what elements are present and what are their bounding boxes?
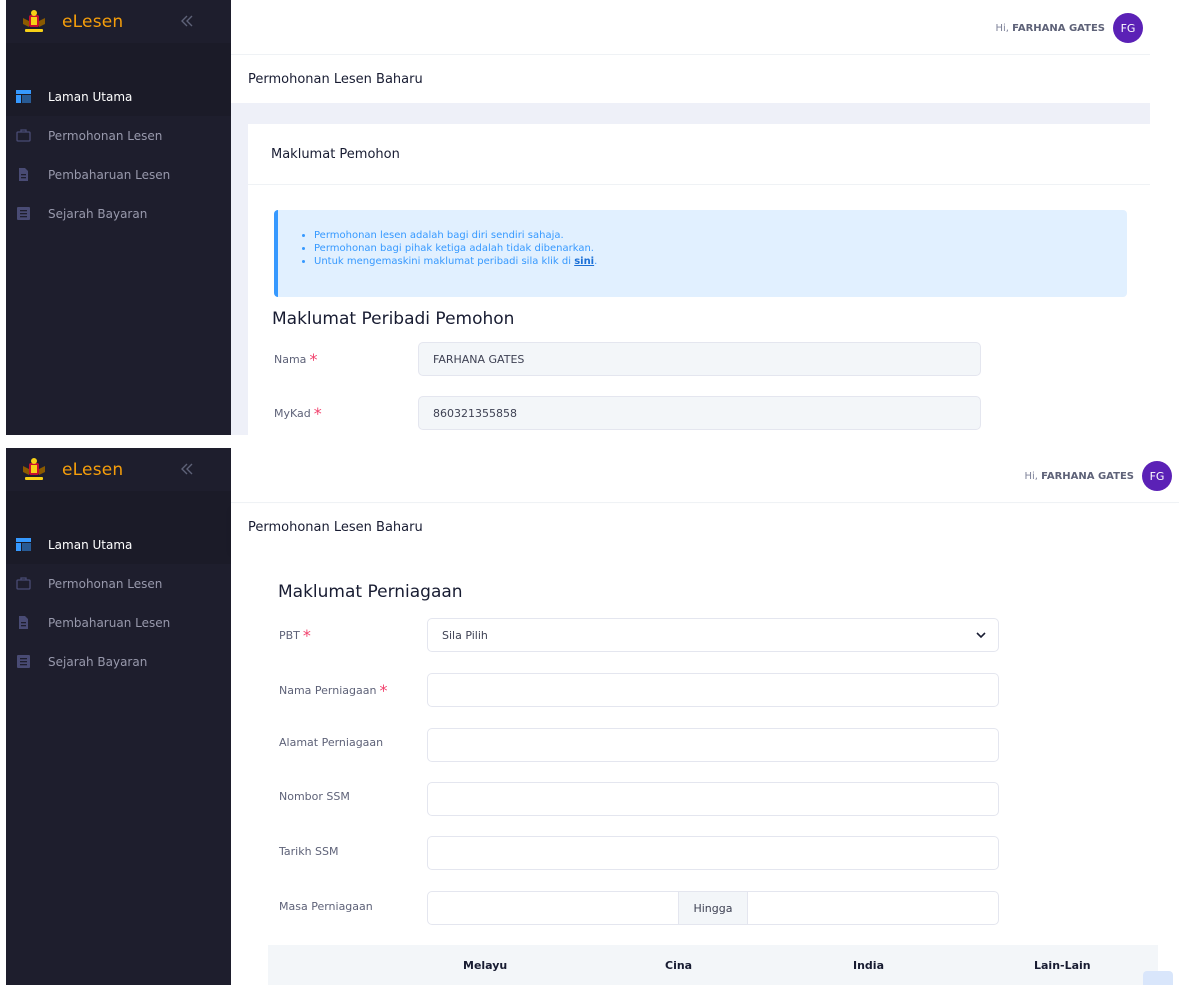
applicant-card: Maklumat Pemohon Permohonan lesen adalah… [248,124,1150,435]
masa-separator: Hingga [678,891,748,925]
masa-end-input[interactable] [747,891,999,925]
pbt-select[interactable]: Sila Pilih [427,618,999,652]
coat-of-arms-logo [23,9,45,32]
list-icon [17,207,30,220]
nombor-ssm-row: Nombor SSM [279,790,350,803]
brand-name: eLesen [62,11,124,32]
sidebar-item-label: Pembaharuan Lesen [48,615,171,630]
sidebar-item-sejarah-bayaran[interactable]: Sejarah Bayaran [6,194,231,233]
masa-start-input[interactable] [427,891,679,925]
sidebar-item-label: Sejarah Bayaran [48,206,148,221]
nama-row: Nama * [274,350,318,369]
info-notice: Permohonan lesen adalah bagi diri sendir… [274,210,1127,297]
layout-icon [16,538,31,551]
avatar[interactable]: FG [1142,461,1172,491]
pbt-row: PBT * [279,626,311,645]
topbar: Hi, FARHANA GATES FG [231,448,1179,503]
sidebar-item-label: Sejarah Bayaran [48,654,148,669]
user-greeting: Hi, FARHANA GATES [1024,470,1134,482]
update-profile-link[interactable]: sini [574,256,594,267]
sidebar-item-laman-utama[interactable]: Laman Utama [6,525,231,564]
sidebar: eLesen Laman Utama Permohonan Lesen Pemb… [6,448,231,985]
sidebar-item-label: Permohonan Lesen [48,128,163,143]
page-title: Permohonan Lesen Baharu [248,72,423,87]
section-title: Maklumat Peribadi Pemohon [272,309,515,329]
document-icon [19,168,28,181]
briefcase-icon [16,129,31,142]
tarikh-ssm-row: Tarikh SSM [279,845,339,858]
sidebar-item-pembaharuan-lesen[interactable]: Pembaharuan Lesen [6,155,231,194]
coat-of-arms-logo [23,457,45,480]
column-header: India [853,959,884,972]
sidebar-item-permohonan-lesen[interactable]: Permohonan Lesen [6,116,231,155]
tarikh-ssm-input[interactable] [427,836,999,870]
scroll-to-top-button[interactable] [1143,971,1173,985]
avatar[interactable]: FG [1113,13,1143,43]
sidebar-item-permohonan-lesen[interactable]: Permohonan Lesen [6,564,231,603]
nama-field[interactable]: FARHANA GATES [418,342,981,376]
sidebar-item-label: Permohonan Lesen [48,576,163,591]
alamat-perniagaan-input[interactable] [427,728,999,762]
mykad-field[interactable]: 860321355858 [418,396,981,430]
user-name: FARHANA GATES [1041,470,1134,482]
nombor-ssm-input[interactable] [427,782,999,816]
notice-item: Permohonan bagi pihak ketiga adalah tida… [314,242,1127,255]
nama-perniagaan-input[interactable] [427,673,999,707]
sidebar: eLesen Laman Utama Permohonan Lesen Pemb… [6,0,231,435]
subheader: Permohonan Lesen Baharu [231,56,1150,103]
column-header: Lain-Lain [1034,959,1091,972]
document-icon [19,616,28,629]
sidebar-item-sejarah-bayaran[interactable]: Sejarah Bayaran [6,642,231,681]
collapse-sidebar-icon[interactable] [177,459,197,479]
notice-item: Untuk mengemaskini maklumat peribadi sil… [314,255,1127,268]
alamat-row: Alamat Perniagaan [279,736,384,749]
list-icon [17,655,30,668]
ethnicity-table-header: Melayu Cina India Lain-Lain [268,945,1158,985]
masa-perniagaan-row: Masa Perniagaan [279,900,373,913]
mykad-row: MyKad * [274,404,322,423]
user-menu[interactable]: Hi, FARHANA GATES FG [1024,461,1172,491]
user-greeting: Hi, FARHANA GATES [995,22,1105,34]
sidebar-item-label: Laman Utama [48,537,133,552]
layout-icon [16,90,31,103]
column-header: Melayu [463,959,508,972]
sidebar-item-laman-utama[interactable]: Laman Utama [6,77,231,116]
chevron-down-icon [976,632,986,639]
column-header: Cina [665,959,693,972]
sidebar-item-label: Pembaharuan Lesen [48,167,171,182]
sidebar-item-pembaharuan-lesen[interactable]: Pembaharuan Lesen [6,603,231,642]
nama-perniagaan-row: Nama Perniagaan * [279,681,388,700]
card-title: Maklumat Pemohon [271,146,400,162]
brand-name: eLesen [62,459,124,480]
sidebar-item-label: Laman Utama [48,89,133,104]
notice-item: Permohonan lesen adalah bagi diri sendir… [314,229,1127,242]
briefcase-icon [16,577,31,590]
user-name: FARHANA GATES [1012,22,1105,34]
sidebar-brand: eLesen [6,0,231,43]
section-title: Maklumat Perniagaan [278,582,463,602]
user-menu[interactable]: Hi, FARHANA GATES FG [995,13,1143,43]
page-title: Permohonan Lesen Baharu [248,520,423,535]
subheader: Permohonan Lesen Baharu [231,504,1179,551]
sidebar-brand: eLesen [6,448,231,491]
screen-top: eLesen Laman Utama Permohonan Lesen Pemb… [0,0,1179,435]
collapse-sidebar-icon[interactable] [177,11,197,31]
screen-bottom: eLesen Laman Utama Permohonan Lesen Pemb… [0,448,1179,985]
topbar: Hi, FARHANA GATES FG [231,0,1150,55]
